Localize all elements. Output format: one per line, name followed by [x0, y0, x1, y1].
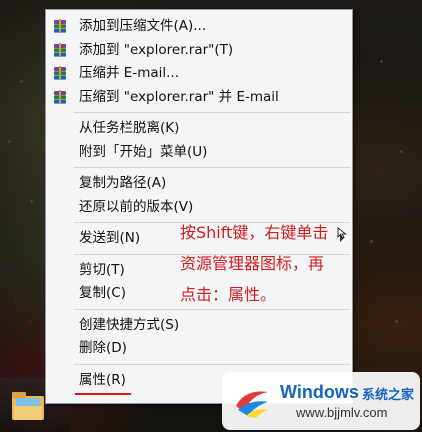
menu-item-label: 创建快捷方式(S) — [79, 316, 180, 333]
menu-item-label: 还原以前的版本(V) — [79, 198, 194, 215]
menu-item-label: 添加到压缩文件(A)... — [79, 18, 207, 34]
wallpaper-speck — [20, 80, 23, 83]
annotation-line: 资源管理器图标，再 — [180, 254, 325, 273]
wallpaper-speck — [395, 320, 398, 323]
watermark-sub: 系统之家 — [362, 388, 415, 403]
menu-item-label: 压缩到 "explorer.rar" 并 E-mail — [79, 88, 279, 105]
menu-item-label: 复制为路径(A) — [79, 175, 167, 191]
wallpaper-speck — [380, 60, 383, 63]
wallpaper-speck — [30, 200, 33, 203]
watermark-url: www.bjjmlv.com — [296, 405, 388, 420]
menu-separator — [74, 363, 350, 365]
menu-item[interactable]: 压缩到 "explorer.rar" 并 E-mail — [46, 86, 352, 108]
watermark-brand: Windows — [280, 382, 359, 402]
menu-item-label: 属性(R) — [79, 371, 126, 388]
menu-item-label: 附到「开始」菜单(U) — [79, 143, 208, 160]
annotation-line: 点击：属性。 — [180, 285, 277, 304]
context-menu: 添加到压缩文件(A)... 添加到 "explorer.rar"(T) 压缩并 E-… — [45, 9, 353, 404]
winrar-icon — [54, 66, 66, 80]
winrar-icon — [54, 42, 66, 57]
winrar-icon — [54, 89, 66, 104]
menu-item[interactable]: 删除(D) — [46, 337, 352, 359]
menu-item[interactable]: 复制为路径(A) — [46, 172, 352, 194]
menu-item-label: 发送到(N) — [79, 230, 141, 246]
wallpaper-speck — [14, 300, 17, 303]
menu-item[interactable]: 附到「开始」菜单(U) — [46, 141, 352, 163]
wallpaper-speck — [28, 320, 31, 323]
watermark: Windows 系统之家 www.bjjmlv.com — [222, 372, 420, 430]
menu-item-label: 删除(D) — [79, 340, 127, 356]
menu-item-label: 添加到 "explorer.rar"(T) — [79, 41, 234, 58]
instruction-annotation: 按Shift键，右键单击 资源管理器图标，再 点击：属性。 — [180, 217, 350, 310]
menu-item[interactable]: 创建快捷方式(S) — [46, 314, 352, 336]
menu-item[interactable]: 还原以前的版本(V) — [46, 196, 352, 218]
winrar-icon — [54, 19, 66, 33]
mouse-cursor-icon — [337, 227, 347, 239]
wallpaper-speck — [400, 150, 403, 153]
wallpaper-speck — [370, 240, 373, 243]
menu-item-label: 压缩并 E-mail... — [79, 65, 179, 81]
menu-item[interactable]: 压缩并 E-mail... — [46, 62, 352, 84]
menu-item-label: 从任务栏脱离(K) — [79, 120, 180, 136]
menu-item-label: 复制(C) — [79, 285, 126, 301]
annotation-line: 按Shift键，右键单击 — [180, 223, 329, 242]
highlight-underline — [75, 393, 131, 395]
windows-logo-icon — [236, 391, 268, 418]
menu-item[interactable]: 添加到压缩文件(A)... — [46, 15, 352, 37]
wallpaper-speck — [8, 140, 11, 143]
menu-item-label: 剪切(T) — [79, 261, 125, 278]
menu-item[interactable]: 从任务栏脱离(K) — [46, 117, 352, 139]
menu-separator — [74, 167, 350, 168]
menu-separator — [74, 112, 350, 113]
menu-item[interactable]: 添加到 "explorer.rar"(T) — [46, 39, 352, 61]
